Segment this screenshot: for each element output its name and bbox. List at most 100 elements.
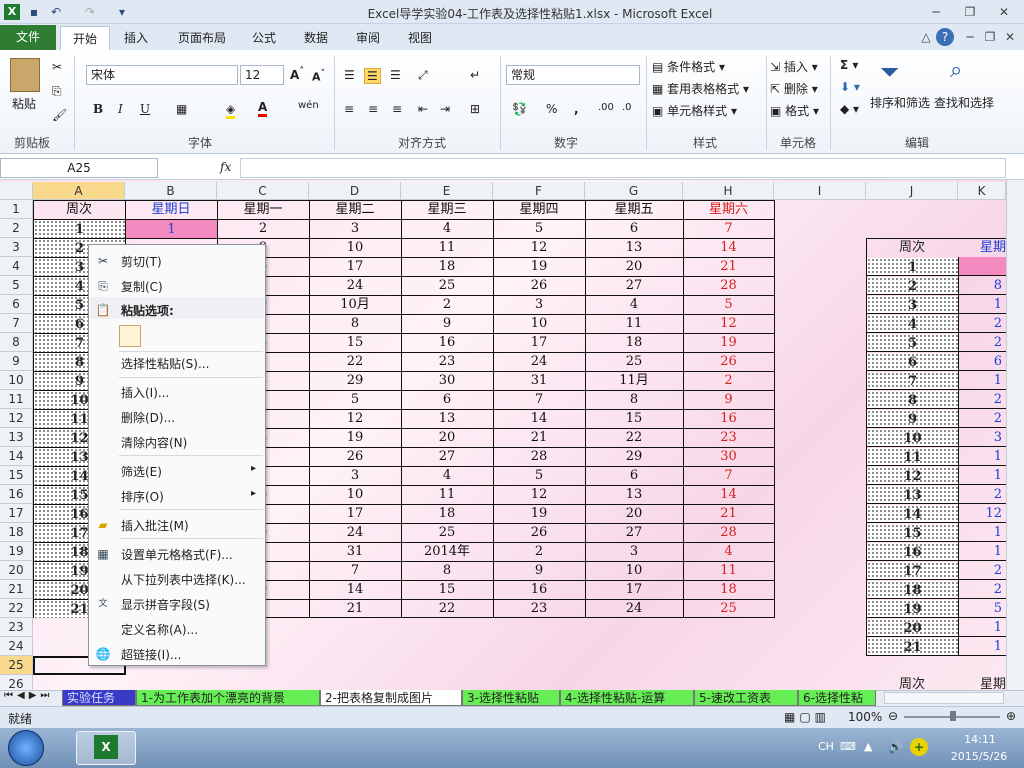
date-cell[interactable]: 22 <box>309 352 401 371</box>
date-cell[interactable]: 23 <box>401 352 493 371</box>
zoom-in-icon[interactable]: ⊕ <box>1006 709 1016 723</box>
date-cell[interactable]: 11 <box>401 485 493 504</box>
clock-date[interactable]: 2015/5/26 <box>944 750 1014 763</box>
fill-color-icon[interactable]: ◈ <box>226 102 236 119</box>
date-cell[interactable]: 31 <box>309 542 401 561</box>
date-cell[interactable]: 19 <box>309 428 401 447</box>
date-cell[interactable]: 29 <box>585 447 683 466</box>
increase-indent-icon[interactable]: ⇥ <box>440 102 450 116</box>
save-icon[interactable]: ▪ <box>26 4 42 20</box>
tray-arrow-icon[interactable]: ▲ <box>864 740 872 753</box>
menu-cut[interactable]: 剪切(T) <box>121 253 162 270</box>
cell-style-button[interactable]: ▣ 单元格样式 ▾ <box>652 102 737 119</box>
autosum-icon[interactable]: Σ ▾ <box>840 58 858 72</box>
date-cell[interactable]: 1 <box>126 220 217 238</box>
align-center-icon[interactable]: ≡ <box>368 102 378 116</box>
delete-cells-button[interactable]: ⇱ 删除 ▾ <box>770 80 818 97</box>
merge-center-icon[interactable]: ⊞ <box>470 102 480 116</box>
date-cell[interactable]: 25 <box>683 599 774 618</box>
right-week-cell[interactable]: 12 <box>867 467 958 485</box>
wb-close-button[interactable]: ✕ <box>1000 28 1020 46</box>
date-cell[interactable]: 12 <box>683 314 774 333</box>
row-header[interactable]: 14 <box>0 447 33 466</box>
date-cell[interactable]: 6 <box>585 466 683 485</box>
tab-page-layout[interactable]: 页面布局 <box>170 26 234 50</box>
formula-input[interactable] <box>240 158 1006 178</box>
font-color-icon[interactable]: A <box>258 100 268 117</box>
row-header[interactable]: 13 <box>0 428 33 447</box>
column-header[interactable]: B <box>125 182 217 200</box>
date-cell[interactable]: 17 <box>309 504 401 523</box>
sort-filter-button[interactable]: 排序和筛选 <box>870 94 930 111</box>
date-cell[interactable]: 9 <box>493 561 585 580</box>
horizontal-scrollbar[interactable] <box>884 692 1004 704</box>
date-cell[interactable]: 10 <box>585 561 683 580</box>
date-cell[interactable]: 21 <box>683 257 774 276</box>
row-header[interactable]: 25 <box>0 656 33 675</box>
right-week-cell[interactable]: 4 <box>867 315 958 333</box>
date-cell[interactable]: 27 <box>401 447 493 466</box>
conditional-format-button[interactable]: ▤ 条件格式 ▾ <box>652 58 725 75</box>
date-cell[interactable]: 8 <box>401 561 493 580</box>
insert-function-icon[interactable]: fx <box>220 160 231 174</box>
date-cell[interactable]: 3 <box>309 219 401 238</box>
right-date-cell[interactable]: 2 <box>958 485 1006 504</box>
right-date-cell[interactable]: 2 <box>958 580 1006 599</box>
help-icon[interactable]: ? <box>936 28 954 46</box>
right-date-cell[interactable]: 2 <box>958 409 1006 428</box>
right-week-cell[interactable]: 7 <box>867 372 958 390</box>
table-header-cell[interactable]: 星期三 <box>401 200 493 219</box>
row-header[interactable]: 21 <box>0 580 33 599</box>
row-header[interactable]: 4 <box>0 257 33 276</box>
close-button[interactable]: ✕ <box>994 3 1014 21</box>
tab-review[interactable]: 审阅 <box>348 26 388 50</box>
date-cell[interactable]: 18 <box>683 580 774 599</box>
border-icon[interactable]: ▦ <box>176 102 187 116</box>
right-date-cell[interactable]: 1 <box>958 637 1006 656</box>
menu-paste-special[interactable]: 选择性粘贴(S)... <box>121 355 209 372</box>
sheet-tab-active[interactable]: 2-把表格复制成图片 <box>320 690 462 706</box>
menu-define-name[interactable]: 定义名称(A)... <box>121 621 198 638</box>
right-week-cell[interactable]: 11 <box>867 448 958 466</box>
date-cell[interactable]: 2 <box>217 219 309 238</box>
date-cell[interactable]: 8 <box>309 314 401 333</box>
date-cell[interactable]: 24 <box>309 523 401 542</box>
column-header[interactable]: K <box>958 182 1006 200</box>
tab-data[interactable]: 数据 <box>296 26 336 50</box>
date-cell[interactable]: 30 <box>401 371 493 390</box>
date-cell[interactable]: 10月 <box>309 295 401 314</box>
table-header-cell[interactable]: 周次 <box>33 200 125 219</box>
date-cell[interactable]: 26 <box>683 352 774 371</box>
menu-sort[interactable]: 排序(O) <box>121 488 164 505</box>
date-cell[interactable]: 20 <box>585 504 683 523</box>
date-cell[interactable]: 11 <box>683 561 774 580</box>
right-date-cell[interactable]: 1 <box>958 618 1006 637</box>
italic-button[interactable]: I <box>118 102 123 116</box>
menu-format-cells[interactable]: 设置单元格格式(F)... <box>121 546 233 563</box>
date-cell[interactable]: 28 <box>683 523 774 542</box>
right-week-cell[interactable]: 3 <box>867 296 958 314</box>
date-cell[interactable]: 27 <box>585 276 683 295</box>
right-week-cell[interactable]: 21 <box>867 638 958 656</box>
zoom-level[interactable]: 100% <box>848 710 882 724</box>
orientation-icon[interactable]: ⤢ <box>418 68 428 83</box>
right-date-cell[interactable]: 5 <box>958 599 1006 618</box>
font-name-combo[interactable]: 宋体 <box>86 65 238 85</box>
row-header[interactable]: 8 <box>0 333 33 352</box>
cut-icon[interactable]: ✂ <box>52 60 62 74</box>
tab-insert[interactable]: 插入 <box>114 26 158 50</box>
week-number-cell[interactable]: 1 <box>34 220 125 238</box>
volume-icon[interactable]: 🔊 <box>888 740 903 754</box>
sheet-tab[interactable]: 3-选择性粘贴 <box>462 690 560 706</box>
minimize-button[interactable]: ─ <box>926 3 946 21</box>
row-header[interactable]: 15 <box>0 466 33 485</box>
redo-icon[interactable]: ↷ <box>82 4 98 20</box>
right-week-cell[interactable]: 13 <box>867 486 958 504</box>
date-cell[interactable]: 9 <box>683 390 774 409</box>
bold-button[interactable]: B <box>93 102 103 116</box>
right-week-cell[interactable]: 6 <box>867 353 958 371</box>
grow-font-icon[interactable]: A˄ <box>290 66 304 82</box>
decrease-indent-icon[interactable]: ⇤ <box>418 102 428 116</box>
date-cell[interactable]: 10 <box>309 485 401 504</box>
right-date-cell[interactable]: 2 <box>958 314 1006 333</box>
